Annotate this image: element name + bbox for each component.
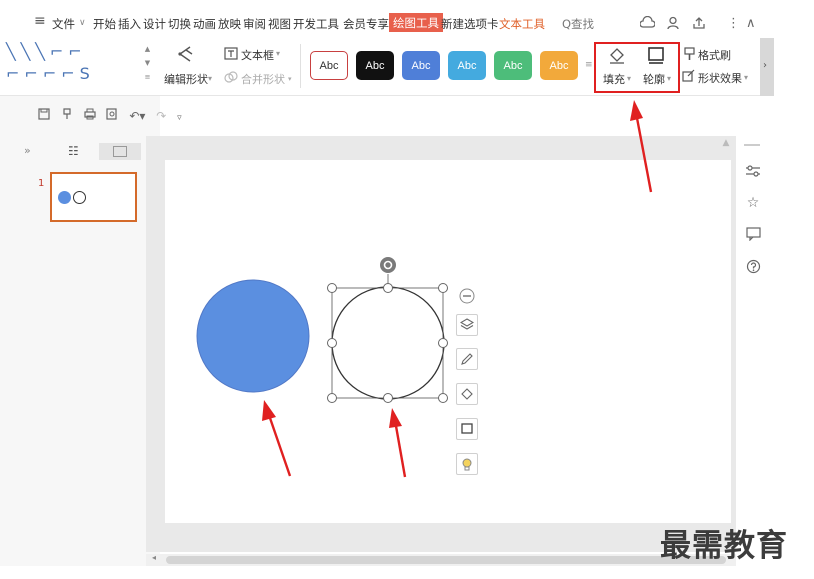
- annotation-arrow: [630, 100, 653, 193]
- outline-tool-icon[interactable]: [456, 418, 478, 440]
- lightbulb-icon[interactable]: [456, 453, 478, 475]
- pen-icon[interactable]: [456, 348, 478, 370]
- help-icon[interactable]: [744, 259, 762, 278]
- star-icon[interactable]: ☆: [744, 195, 762, 211]
- filled-circle-shape[interactable]: [196, 279, 310, 393]
- properties-icon[interactable]: [744, 164, 762, 182]
- collapse-toolbar-icon[interactable]: [459, 288, 475, 304]
- drawing-overlay: [196, 100, 653, 478]
- sidebar-grip: [744, 144, 760, 146]
- outline-circle-shape[interactable]: [331, 286, 445, 400]
- fill-tool-icon[interactable]: [456, 383, 478, 405]
- annotation-arrow: [262, 400, 292, 477]
- comment-icon[interactable]: [744, 227, 762, 245]
- layers-icon[interactable]: [456, 314, 478, 336]
- rotate-handle-icon[interactable]: [380, 257, 396, 273]
- annotation-arrow: [389, 408, 407, 478]
- watermark: 最需教育: [660, 528, 788, 564]
